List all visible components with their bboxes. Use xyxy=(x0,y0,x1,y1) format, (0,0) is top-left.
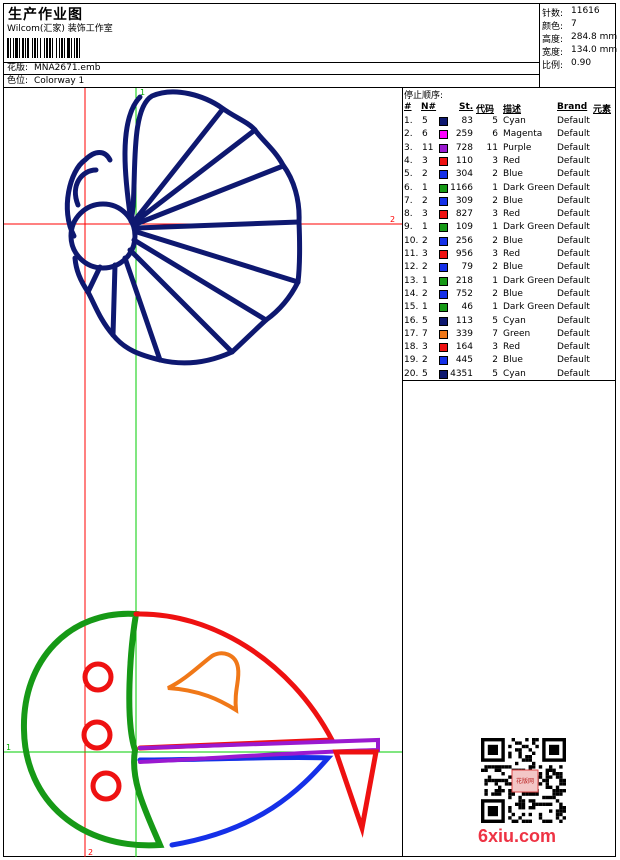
fish-motif xyxy=(20,610,380,849)
seal-text: 花版网 xyxy=(516,778,535,785)
shell-motif xyxy=(64,89,303,366)
watermark-text: 6xiu.com xyxy=(478,826,557,846)
axis-label-left: 1 xyxy=(6,743,11,752)
design-canvas: 1 2 1 2 xyxy=(4,88,566,857)
axis-label-right: 2 xyxy=(390,215,395,224)
axis-label-bottom: 2 xyxy=(88,848,93,857)
